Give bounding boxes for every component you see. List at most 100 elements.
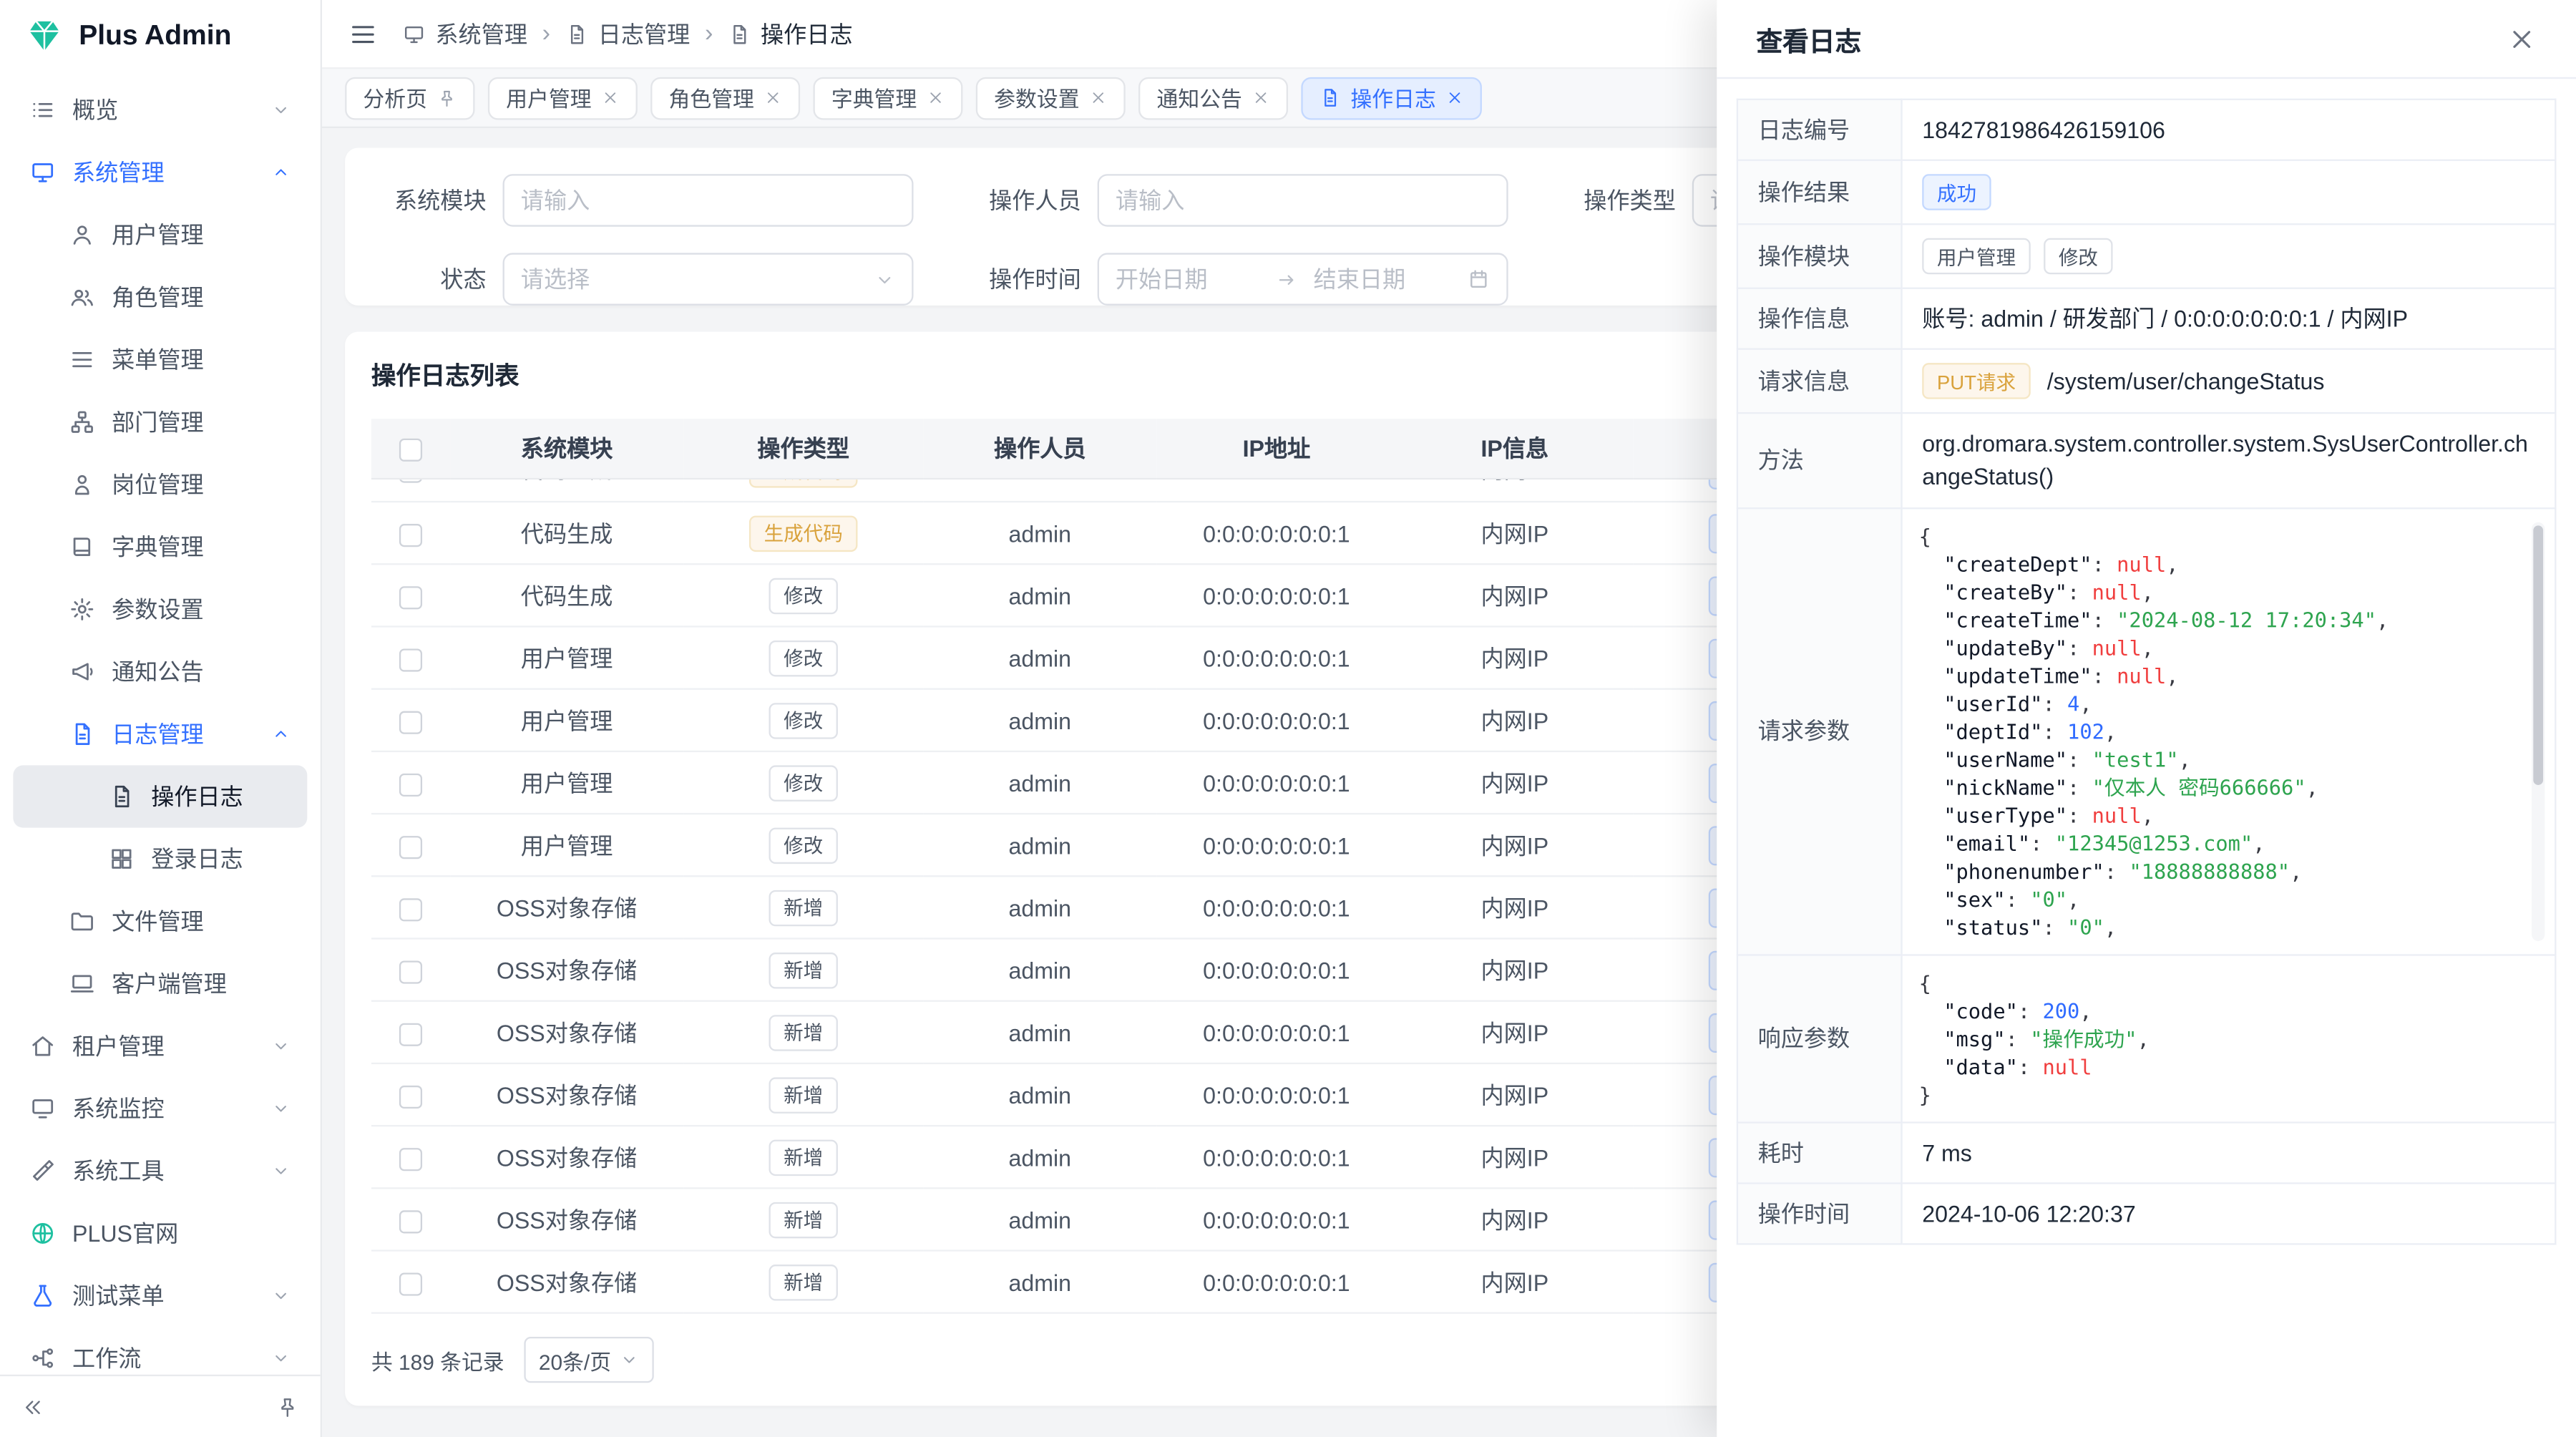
chevron-down-icon — [271, 1161, 291, 1181]
ip-cell: 0:0:0:0:0:0:0:1 — [1156, 876, 1396, 938]
ip-info-cell: 内网IP — [1397, 1126, 1634, 1188]
sidebar-item-tools[interactable]: 系统工具 — [13, 1140, 307, 1202]
select-all-checkbox[interactable] — [399, 438, 422, 461]
breadcrumb-separator: › — [705, 21, 713, 46]
filter-label: 操作人员 — [966, 184, 1081, 217]
row-checkbox[interactable] — [399, 897, 422, 920]
row-checkbox[interactable] — [399, 773, 422, 796]
checkbox-cell — [371, 1063, 450, 1126]
tab-notice[interactable]: 通知公告 — [1138, 77, 1288, 120]
type-cell: 新增 — [683, 1126, 923, 1188]
tab-role[interactable]: 角色管理 — [650, 77, 800, 120]
menu-toggle-icon[interactable] — [348, 19, 378, 48]
sidebar-item-client[interactable]: 客户端管理 — [13, 953, 307, 1015]
row-checkbox[interactable] — [399, 1023, 422, 1046]
sidebar-item-post[interactable]: 岗位管理 — [13, 453, 307, 515]
sidebar-item-label: 测试菜单 — [72, 1280, 165, 1312]
row-checkbox[interactable] — [399, 1085, 422, 1108]
row-checkbox[interactable] — [399, 585, 422, 608]
checkbox-cell — [371, 502, 450, 564]
time-daterange[interactable]: 开始日期结束日期 — [1098, 253, 1508, 305]
close-tab-icon[interactable] — [1252, 89, 1270, 107]
close-tab-icon[interactable] — [601, 89, 619, 107]
tab-analysis[interactable]: 分析页 — [345, 77, 474, 120]
sidebar-item-label: 字典管理 — [112, 530, 204, 563]
tab-operlog[interactable]: 操作日志 — [1302, 77, 1483, 120]
row-checkbox[interactable] — [399, 479, 422, 484]
status-select[interactable]: 请选择 — [503, 253, 914, 305]
row-checkbox[interactable] — [399, 960, 422, 983]
page-size-select[interactable]: 20条/页 — [524, 1337, 654, 1383]
chevron-up-icon — [271, 162, 291, 182]
type-cell: 修改 — [683, 751, 923, 814]
module-input[interactable]: 请输入 — [503, 174, 914, 226]
operator-input[interactable]: 请输入 — [1098, 174, 1508, 226]
operation-type-badge: 修改 — [769, 827, 837, 862]
sidebar-item-user[interactable]: 用户管理 — [13, 204, 307, 266]
sidebar-item-loginlog[interactable]: 登录日志 — [13, 828, 307, 890]
code-line: "code": 200, — [1919, 996, 2525, 1024]
code-line: "email": "12345@1253.com", — [1919, 829, 2525, 857]
sidebar-item-overview[interactable]: 概览 — [13, 79, 307, 141]
module-cell: 用户管理 — [450, 689, 683, 751]
operator-cell: admin — [923, 876, 1156, 938]
tab-dict[interactable]: 字典管理 — [814, 77, 963, 120]
sidebar-item-tenant[interactable]: 租户管理 — [13, 1015, 307, 1077]
tab-param[interactable]: 参数设置 — [976, 77, 1126, 120]
row-checkbox[interactable] — [399, 1147, 422, 1170]
sidebar-item-param[interactable]: 参数设置 — [13, 578, 307, 640]
close-drawer-icon[interactable] — [2507, 24, 2537, 53]
detail-label: 响应参数 — [1737, 955, 1902, 1122]
monitor-icon — [403, 22, 426, 45]
row-checkbox[interactable] — [399, 1272, 422, 1295]
detail-label: 操作结果 — [1737, 160, 1902, 224]
sidebar-item-website[interactable]: PLUS官网 — [13, 1202, 307, 1265]
breadcrumb-item[interactable]: 操作日志 — [728, 17, 852, 50]
ip-cell: 0:0:0:0:0:0:0:1 — [1156, 689, 1396, 751]
operator-cell: admin — [923, 1126, 1156, 1188]
sidebar-item-operlog[interactable]: 操作日志 — [13, 765, 307, 827]
sidebar: Plus Admin 概览系统管理用户管理角色管理菜单管理部门管理岗位管理字典管… — [0, 0, 322, 1437]
column-header: 系统模块 — [450, 419, 683, 478]
row-checkbox[interactable] — [399, 835, 422, 858]
pin-sidebar-icon[interactable] — [276, 1395, 299, 1418]
grid-icon — [109, 846, 135, 872]
chevron-down-icon — [271, 1348, 291, 1368]
collapse-sidebar-icon[interactable] — [21, 1395, 44, 1418]
logo-icon — [24, 16, 64, 56]
type-cell: 修改 — [683, 814, 923, 876]
row-checkbox[interactable] — [399, 648, 422, 671]
sidebar-item-notice[interactable]: 通知公告 — [13, 640, 307, 703]
sidebar-item-dict[interactable]: 字典管理 — [13, 516, 307, 578]
module-cell: 代码生成 — [450, 564, 683, 626]
sidebar-item-log[interactable]: 日志管理 — [13, 703, 307, 765]
sidebar-item-monitor[interactable]: 系统监控 — [13, 1077, 307, 1139]
select-all-header-cell — [371, 419, 450, 478]
doc-icon — [565, 22, 588, 45]
code-scrollbar[interactable] — [2532, 522, 2545, 940]
sidebar-item-system[interactable]: 系统管理 — [13, 141, 307, 203]
row-checkbox[interactable] — [399, 711, 422, 734]
sidebar-item-dept[interactable]: 部门管理 — [13, 391, 307, 453]
sidebar-item-menu[interactable]: 菜单管理 — [13, 328, 307, 391]
sidebar-item-file[interactable]: 文件管理 — [13, 890, 307, 953]
row-checkbox[interactable] — [399, 523, 422, 546]
breadcrumb: 系统管理›日志管理›操作日志 — [403, 17, 853, 50]
operation-type-badge: 新增 — [769, 1139, 837, 1174]
breadcrumb-item[interactable]: 系统管理 — [403, 17, 527, 50]
tab-user[interactable]: 用户管理 — [488, 77, 638, 120]
sidebar-item-workflow[interactable]: 工作流 — [13, 1327, 307, 1375]
sidebar-item-role[interactable]: 角色管理 — [13, 266, 307, 328]
close-tab-icon[interactable] — [927, 89, 945, 107]
chevron-down-icon — [620, 1350, 640, 1370]
close-tab-icon[interactable] — [764, 89, 782, 107]
code-line: "sex": "0", — [1919, 885, 2525, 912]
detail-row-module: 操作模块用户管理修改 — [1737, 224, 2555, 288]
sidebar-item-test[interactable]: 测试菜单 — [13, 1265, 307, 1327]
doc-icon — [69, 721, 95, 747]
row-checkbox[interactable] — [399, 1209, 422, 1232]
detail-row-response_params: 响应参数{ "code": 200, "msg": "操作成功", "data"… — [1737, 955, 2555, 1122]
close-tab-icon[interactable] — [1089, 89, 1107, 107]
close-tab-icon[interactable] — [1446, 89, 1464, 107]
breadcrumb-item[interactable]: 日志管理 — [565, 17, 690, 50]
